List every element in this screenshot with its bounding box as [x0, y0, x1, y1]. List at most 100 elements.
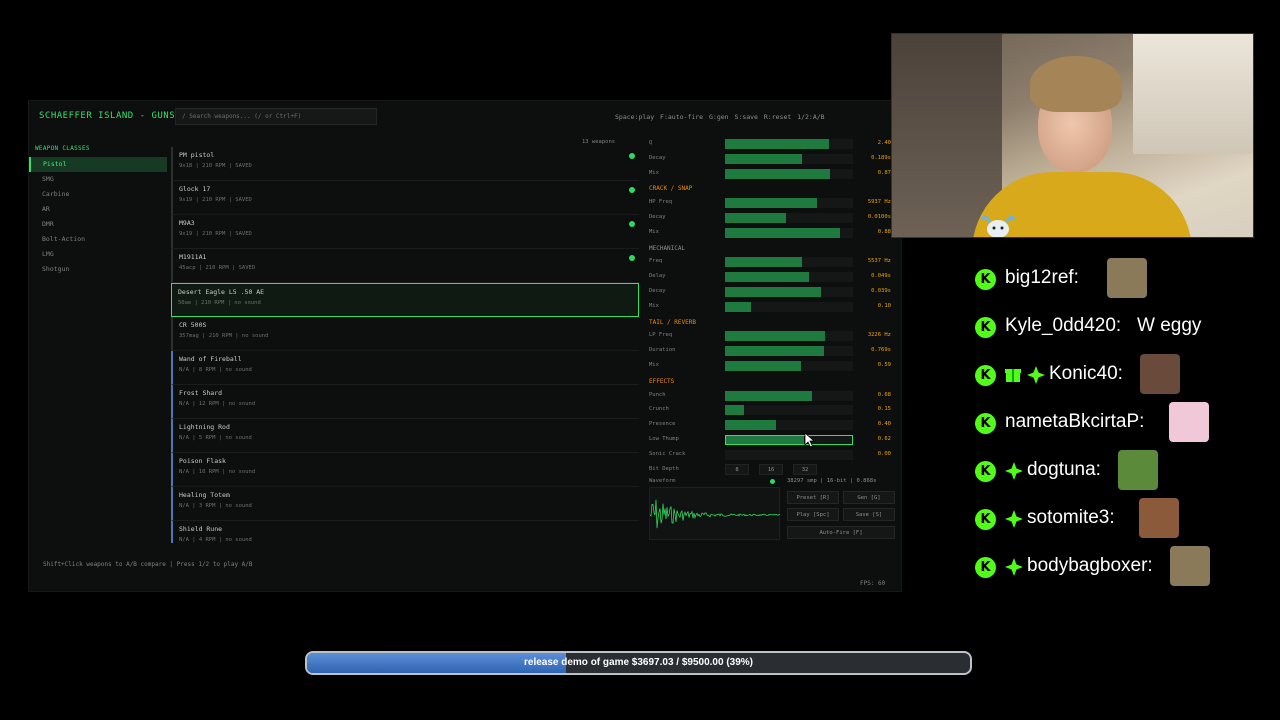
goat-mascot-icon [980, 215, 1016, 237]
footer-hint: Shift+Click weapons to A/B compare | Pre… [43, 561, 253, 568]
param-slider[interactable] [725, 212, 853, 223]
param-slider[interactable] [725, 420, 853, 431]
preset-button[interactable]: Preset [R] [787, 491, 839, 504]
chat-message: Kdogtuna: [975, 450, 1275, 498]
param-label: Mix [649, 228, 659, 235]
weapon-name: Glock 17 [179, 185, 211, 193]
param-label: Mix [649, 361, 659, 368]
weapon-row[interactable]: PM pistol 9x18 | 210 RPM | SAVED [171, 147, 639, 181]
weapon-row[interactable]: Lightning Rod N/A | 5 RPM | no sound [171, 419, 639, 453]
chat-message: Kbig12ref: [975, 258, 1275, 306]
param-value: 5537 Hz [867, 258, 891, 265]
param-value: 3226 Hz [867, 332, 891, 339]
weapon-row[interactable]: Shield Rune N/A | 4 RPM | no sound [171, 521, 639, 543]
webcam-background-window [1133, 34, 1253, 154]
sidebar-item-dmr[interactable]: DMR [29, 217, 167, 232]
autofire-button[interactable]: Auto-Fire [F] [787, 526, 895, 539]
param-slider[interactable] [725, 390, 853, 401]
sidebar-item-bolt-action[interactable]: Bolt-Action [29, 232, 167, 247]
param-slider[interactable] [725, 346, 853, 357]
webcam-feed [891, 33, 1254, 238]
param-freq: Freq 5537 Hz [645, 255, 899, 270]
param-value: 0.68 [877, 391, 891, 398]
param-slider[interactable] [725, 331, 853, 342]
sidebar-item-lmg[interactable]: LMG [29, 247, 167, 262]
param-slider[interactable] [725, 227, 853, 238]
weapon-class-list: Pistol SMG Carbine AR DMR Bolt-Action LMG Shotg… [29, 157, 167, 277]
param-slider[interactable] [725, 257, 853, 268]
chat-message: Kbodybagboxer: [975, 546, 1275, 594]
sidebar-item-shotgun[interactable]: Shotgun [29, 262, 167, 277]
param-value: 0.87 [877, 169, 891, 176]
weapon-row[interactable]: Frost Shard N/A | 12 RPM | no sound [171, 385, 639, 419]
param-slider-fill [725, 272, 810, 283]
kick-badge-icon: K [975, 413, 996, 434]
param-slider-fill [726, 435, 805, 444]
kick-badge-icon: K [975, 365, 996, 386]
param-value: 0.10 [877, 302, 891, 309]
param-slider[interactable] [725, 153, 853, 164]
bit-depth-16-button[interactable]: 16 [759, 463, 783, 475]
chat-username: sotomite3: [1027, 507, 1115, 528]
weapon-name: Desert Eagle L5 .50 AE [178, 288, 265, 296]
param-slider[interactable] [725, 139, 853, 149]
emote-icon [1139, 498, 1179, 538]
param-label: Delay [649, 273, 666, 280]
search-input[interactable]: / Search weapons... (/ or Ctrl+F) [175, 108, 377, 125]
param-slider[interactable] [725, 434, 853, 445]
weapon-row[interactable]: CR 500S 357mag | 210 RPM | no sound [171, 317, 639, 351]
app-title: SCHAEFFER ISLAND - GUNS [39, 111, 176, 121]
param-label: Punch [649, 391, 666, 398]
weapon-row[interactable]: M1911A1 45acp | 210 RPM | SAVED [171, 249, 639, 283]
param-delay: Delay 0.049s [645, 270, 899, 285]
gen-button[interactable]: Gen [G] [843, 491, 895, 504]
param-slider[interactable] [725, 286, 853, 297]
param-slider[interactable] [725, 405, 853, 416]
param-slider[interactable] [725, 301, 853, 312]
weapon-details: N/A | 3 RPM | no sound [179, 503, 252, 509]
param-slider[interactable] [725, 449, 853, 460]
weapon-details: N/A | 8 RPM | no sound [179, 367, 252, 373]
param-slider[interactable] [725, 168, 853, 179]
sidebar-item-carbine[interactable]: Carbine [29, 187, 167, 202]
bit-depth-8-button[interactable]: 8 [725, 463, 749, 475]
sidebar-item-smg[interactable]: SMG [29, 172, 167, 187]
emote-icon [1170, 546, 1211, 586]
param-value: 2.40 [877, 140, 891, 146]
weapon-name: M1911A1 [179, 253, 207, 261]
emote-icon [1169, 402, 1209, 442]
param-slider[interactable] [725, 360, 853, 371]
bit-depth-32-button[interactable]: 32 [793, 463, 817, 475]
param-slider[interactable] [725, 198, 853, 209]
param-slider[interactable] [725, 272, 853, 283]
param-low-thump: Low Thump 0.62 [645, 433, 899, 448]
weapon-row[interactable]: Desert Eagle L5 .50 AE 50ae | 210 RPM | n… [171, 283, 639, 317]
weapon-details: 9x18 | 210 RPM | SAVED [179, 163, 252, 169]
weapon-row[interactable]: Wand of Fireball N/A | 8 RPM | no sound [171, 351, 639, 385]
weapon-row[interactable]: M9A3 9x19 | 210 RPM | SAVED [171, 215, 639, 249]
chat-username: Konic40: [1049, 363, 1123, 384]
param-value: 0.00 [877, 450, 891, 457]
param-slider-fill [725, 420, 777, 431]
sidebar-item-pistol[interactable]: Pistol [29, 157, 167, 172]
emote-icon [1118, 450, 1159, 490]
sidebar-item-ar[interactable]: AR [29, 202, 167, 217]
sidebar-heading: WEAPON CLASSES [35, 145, 90, 152]
weapon-details: 50ae | 210 RPM | no sound [178, 300, 261, 306]
param-slider-fill [725, 227, 841, 238]
weapon-row[interactable]: Healing Totem N/A | 3 RPM | no sound [171, 487, 639, 521]
weapon-details: 357mag | 210 RPM | no sound [179, 333, 269, 339]
weapon-name: Wand of Fireball [179, 355, 242, 363]
weapon-row[interactable]: Glock 17 9x19 | 210 RPM | SAVED [171, 181, 639, 215]
section-crack-snap: CRACK / SNAP [649, 185, 693, 193]
weapon-details: N/A | 4 RPM | no sound [179, 537, 252, 543]
weapon-list[interactable]: PM pistol 9x18 | 210 RPM | SAVED Glock 17 9… [171, 147, 639, 543]
param-value: 0.15 [877, 406, 891, 413]
chat-overlay: Kbig12ref: K Kyle_0dd420: W eggy K Konic40: Kn… [975, 258, 1275, 594]
param-value: 0.049s [871, 273, 891, 280]
weapon-row[interactable]: Poison Flask N/A | 10 RPM | no sound [171, 453, 639, 487]
save-button[interactable]: Save [S] [843, 508, 895, 521]
play-button[interactable]: Play [Spc] [787, 508, 839, 521]
param-crunch: Crunch 0.15 [645, 403, 899, 418]
param-lp-freq: LP Freq 3226 Hz [645, 329, 899, 344]
